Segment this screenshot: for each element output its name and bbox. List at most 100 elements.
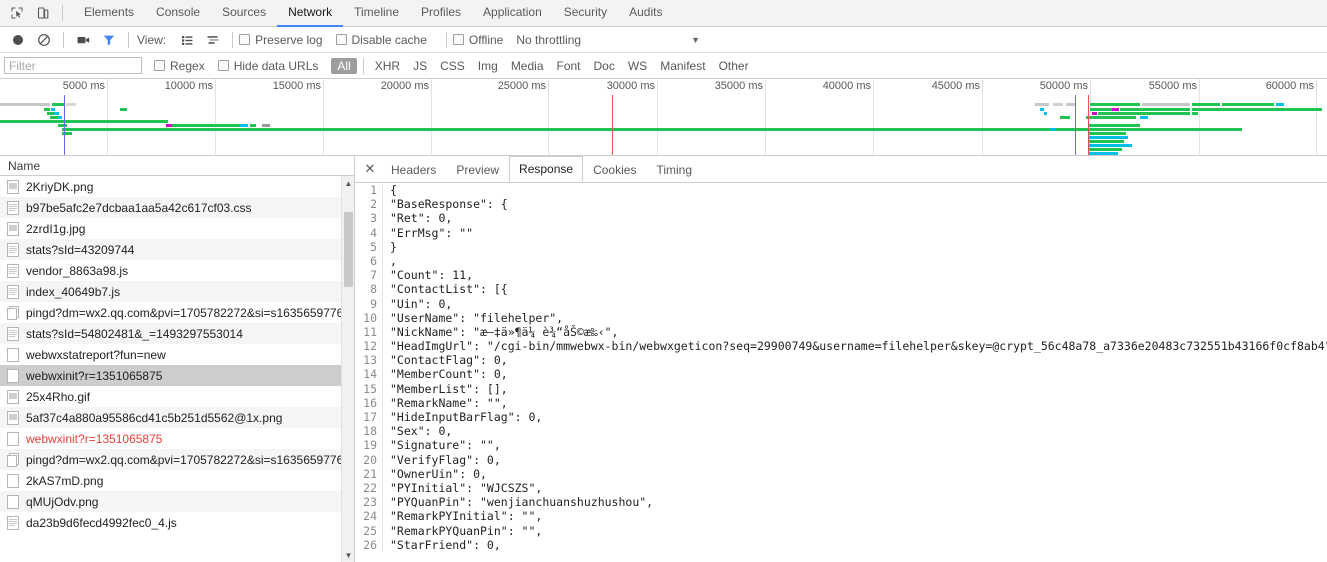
scrollbar-thumb[interactable] — [344, 212, 353, 287]
tab-elements[interactable]: Elements — [73, 0, 145, 27]
clear-icon[interactable] — [31, 28, 57, 52]
request-timeline-bar — [262, 124, 270, 127]
disable-cache-checkbox[interactable]: Disable cache — [335, 33, 427, 47]
record-button-icon[interactable] — [5, 28, 31, 52]
line-number: 25 — [355, 523, 383, 538]
filter-type-img[interactable]: Img — [472, 58, 504, 74]
filter-type-ws[interactable]: WS — [622, 58, 653, 74]
request-name: 2KriyDK.png — [26, 179, 94, 194]
line-number: 20 — [355, 452, 383, 467]
tab-sources[interactable]: Sources — [211, 0, 277, 27]
chevron-down-icon[interactable]: ▼ — [691, 35, 700, 45]
tab-profiles[interactable]: Profiles — [410, 0, 472, 27]
camera-icon[interactable] — [70, 28, 96, 52]
timeline-tick: 60000 ms — [1266, 79, 1317, 155]
code-line: 20 "VerifyFlag": 0, — [355, 452, 1327, 467]
list-view-icon[interactable] — [174, 28, 200, 52]
request-list-item[interactable]: pingd?dm=wx2.qq.com&pvi=1705782272&si=s1… — [0, 449, 354, 470]
request-timeline-bar — [1086, 116, 1136, 119]
code-text: "NickName": "æ–‡ä»¶ä¼ è¾“åŠ©æ‰‹", — [390, 324, 619, 339]
tab-label: Profiles — [421, 5, 462, 19]
tab-cookies[interactable]: Cookies — [583, 156, 646, 182]
code-line: 17 "HideInputBarFlag": 0, — [355, 410, 1327, 425]
request-list-item[interactable]: webwxinit?r=1351065875 — [0, 365, 354, 386]
code-line: 7 "Count": 11, — [355, 268, 1327, 283]
checkbox-box — [335, 34, 347, 45]
tab-timing[interactable]: Timing — [646, 156, 702, 182]
request-list-item[interactable]: webwxstatreport?fun=new — [0, 344, 354, 365]
request-list-item[interactable]: index_40649b7.js — [0, 281, 354, 302]
tab-audits[interactable]: Audits — [618, 0, 673, 27]
filter-type-media[interactable]: Media — [505, 58, 550, 74]
toolbar-divider-3 — [232, 31, 234, 48]
request-list-item[interactable]: vendor_8863a98.js — [0, 260, 354, 281]
request-list-item[interactable]: 2zrdI1g.jpg — [0, 218, 354, 239]
filter-type-manifest[interactable]: Manifest — [654, 58, 711, 74]
request-list-item[interactable]: stats?sId=43209744 — [0, 239, 354, 260]
filter-type-doc[interactable]: Doc — [588, 58, 621, 74]
request-list-item[interactable]: b97be5afc2e7dcbaa1aa5a42c617cf03.css — [0, 197, 354, 218]
blank-file-icon — [7, 473, 19, 488]
preserve-log-checkbox[interactable]: Preserve log — [239, 33, 323, 47]
filter-type-other[interactable]: Other — [713, 58, 755, 74]
line-number: 4 — [355, 225, 383, 240]
request-list-item[interactable]: pingd?dm=wx2.qq.com&pvi=1705782272&si=s1… — [0, 302, 354, 323]
code-line: 4 "ErrMsg": "" — [355, 225, 1327, 240]
request-list-item[interactable]: 5af37c4a880a95586cd41c5b251d5562@1x.png — [0, 407, 354, 428]
tab-timeline[interactable]: Timeline — [343, 0, 410, 27]
request-list-item[interactable]: stats?sId=54802481&_=1493297553014 — [0, 323, 354, 344]
tab-security[interactable]: Security — [553, 0, 618, 27]
dom-content-loaded-marker — [64, 95, 65, 155]
request-list-item[interactable]: 2kAS7mD.png — [0, 470, 354, 491]
request-list-item[interactable]: qMUjOdv.png — [0, 491, 354, 512]
code-line: 14 "MemberCount": 0, — [355, 367, 1327, 382]
offline-checkbox[interactable]: Offline — [452, 33, 503, 47]
code-line: 3 "Ret": 0, — [355, 211, 1327, 226]
request-list-scrollbar[interactable]: ▲ ▼ — [341, 176, 354, 562]
request-list-item[interactable]: webwxinit?r=1351065875 — [0, 428, 354, 449]
filter-type-all[interactable]: All — [331, 57, 357, 74]
filter-label: Other — [718, 58, 749, 73]
tab-response[interactable]: Response — [509, 156, 584, 182]
code-line: 1{ — [355, 183, 1327, 198]
scroll-up-arrow-icon[interactable]: ▲ — [342, 176, 355, 190]
code-line: 19 "Signature": "", — [355, 438, 1327, 453]
code-text: "Ret": 0, — [390, 211, 453, 226]
tab-label: Timing — [656, 162, 693, 177]
hide-data-urls-checkbox[interactable]: Hide data URLs — [217, 59, 318, 73]
filter-type-js[interactable]: JS — [407, 58, 433, 74]
funnel-icon[interactable] — [96, 28, 122, 52]
throttling-dropdown[interactable]: No throttling — [516, 33, 581, 47]
request-list-item[interactable]: 25x4Rho.gif — [0, 386, 354, 407]
inspect-element-icon[interactable] — [4, 1, 30, 25]
tab-application[interactable]: Application — [472, 0, 553, 27]
waterfall-view-icon[interactable] — [200, 28, 226, 52]
timeline-tick-label: 5000 ms — [62, 80, 105, 92]
toggle-device-toolbar-icon[interactable] — [30, 1, 56, 25]
regex-checkbox[interactable]: Regex — [154, 59, 205, 73]
filter-type-font[interactable]: Font — [551, 58, 587, 74]
filter-type-css[interactable]: CSS — [434, 58, 471, 74]
tab-headers[interactable]: Headers — [381, 156, 446, 182]
code-text: "UserName": "filehelper", — [390, 310, 564, 325]
tab-preview[interactable]: Preview — [446, 156, 509, 182]
scroll-down-arrow-icon[interactable]: ▼ — [342, 548, 355, 562]
network-overview-timeline[interactable]: 5000 ms 10000 ms 15000 ms 20000 ms 25000 ms 3… — [0, 79, 1327, 156]
image-file-icon — [7, 389, 19, 404]
request-name: 2zrdI1g.jpg — [26, 221, 86, 236]
request-list-body[interactable]: 2KriyDK.png b97be5afc2e7dcbaa1aa5a42c617c… — [0, 176, 354, 562]
close-icon[interactable]: ✕ — [359, 156, 381, 182]
request-timeline-bar — [1090, 103, 1140, 106]
code-line: 10 "UserName": "filehelper", — [355, 310, 1327, 325]
code-text: "Signature": "", — [390, 438, 501, 453]
request-list-item[interactable]: 2KriyDK.png — [0, 176, 354, 197]
filter-type-xhr[interactable]: XHR — [369, 58, 406, 74]
timeline-tick: 40000 ms — [823, 79, 874, 155]
request-list-item[interactable]: da23b9d6fecd4992fec0_4.js — [0, 512, 354, 533]
detail-tabbar: ✕ Headers Preview Response Cookies Timin… — [355, 156, 1327, 183]
filter-input[interactable] — [4, 57, 142, 74]
response-body-view[interactable]: 1{2 "BaseResponse": {3 "Ret": 0, 4 "ErrMsg":… — [355, 183, 1327, 562]
blank-file-icon — [7, 368, 19, 383]
tab-console[interactable]: Console — [145, 0, 211, 27]
tab-network[interactable]: Network — [277, 0, 344, 27]
